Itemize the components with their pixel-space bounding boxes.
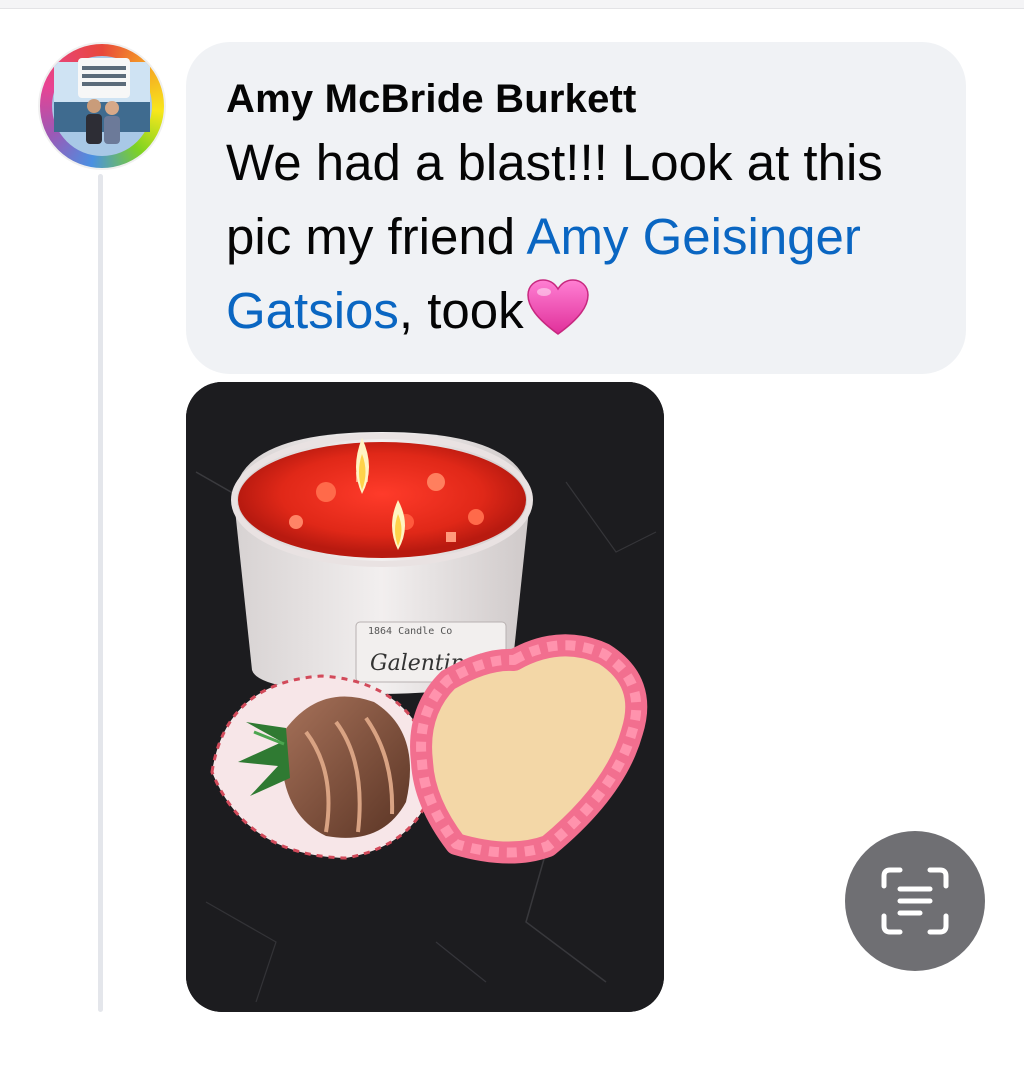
galentines-treats-photo: 1864 Candle Co Galentine's	[186, 382, 664, 1012]
thread-line	[98, 174, 103, 1012]
comment-author[interactable]: Amy McBride Burkett	[226, 72, 936, 126]
comment-text: We had a blast!!! Look at this pic my fr…	[226, 126, 946, 356]
top-divider	[0, 0, 1024, 9]
photo-attachment[interactable]: 1864 Candle Co Galentine's	[186, 382, 664, 1012]
live-text-scan-icon	[881, 867, 949, 935]
pink-heart-icon	[526, 278, 590, 356]
avatar-photo	[52, 56, 152, 156]
comment-thread: Amy McBride Burkett We had a blast!!! Lo…	[0, 0, 1024, 1068]
candle-brand-text: 1864 Candle Co	[368, 626, 452, 637]
comment-bubble: Amy McBride Burkett We had a blast!!! Lo…	[186, 42, 966, 374]
avatar[interactable]	[38, 42, 166, 170]
live-text-scan-button[interactable]	[845, 831, 985, 971]
comment-text-part-end: , took	[398, 282, 524, 339]
